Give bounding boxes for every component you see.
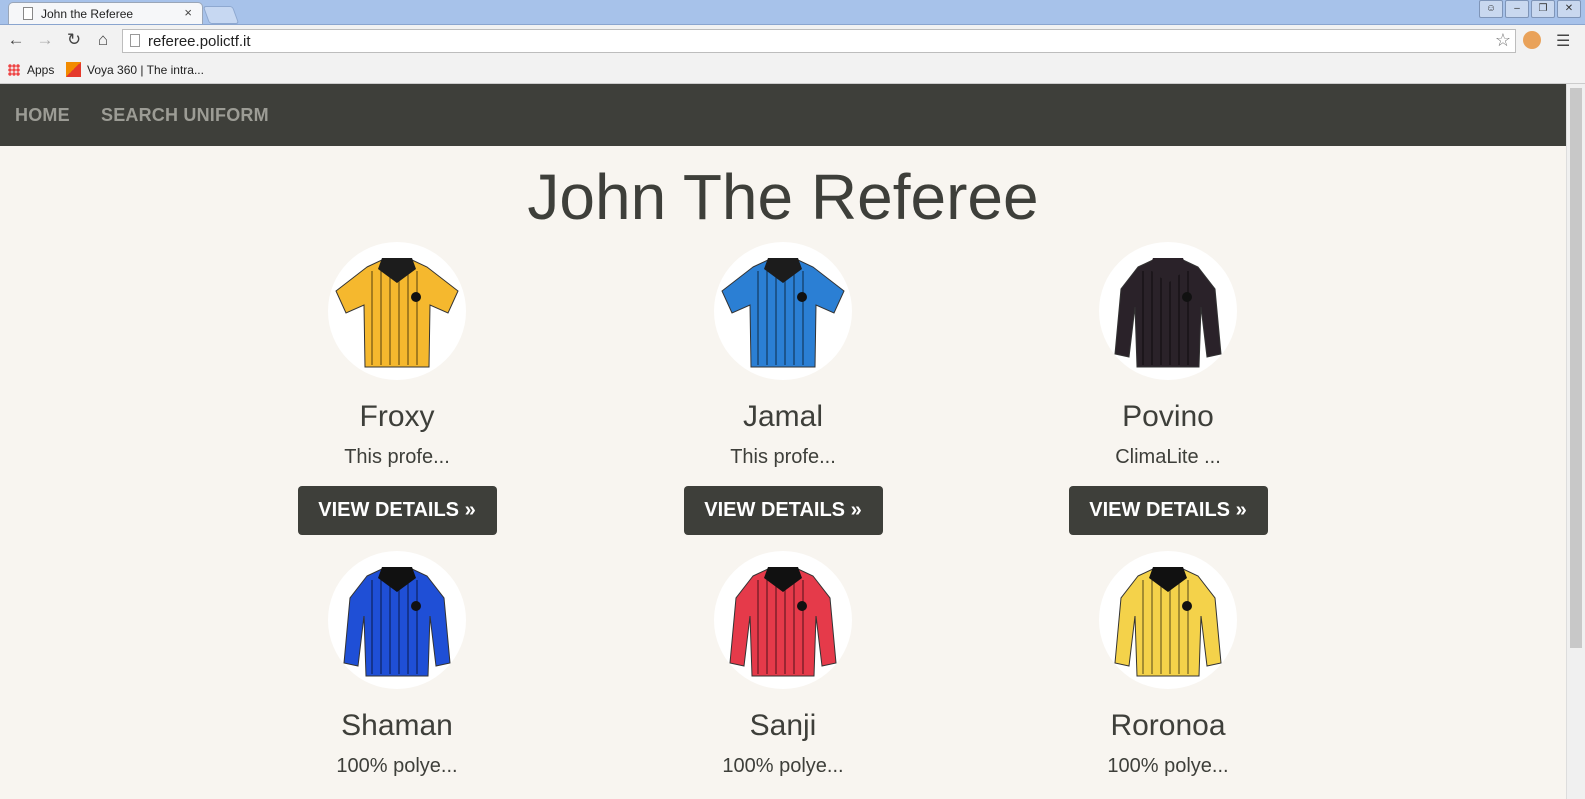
uniform-image: [1099, 551, 1237, 689]
voya-logo-icon: [66, 62, 81, 77]
extension-icon[interactable]: [1523, 31, 1541, 49]
window-controls: ☺ – ❐ ✕: [1479, 0, 1581, 18]
uniform-description: This profe...: [344, 446, 450, 468]
uniform-image: [1099, 242, 1237, 380]
browser-tabstrip: John the Referee × ☺ – ❐ ✕: [0, 0, 1585, 25]
uniform-card: Roronoa 100% polye...: [1018, 551, 1318, 778]
apps-grid-icon: [8, 64, 20, 76]
bookmark-apps[interactable]: Apps: [27, 63, 54, 77]
back-icon[interactable]: ←: [4, 30, 28, 50]
bookmark-star-icon[interactable]: ☆: [1495, 30, 1511, 51]
uniform-description: This profe...: [730, 446, 836, 468]
view-details-button[interactable]: VIEW DETAILS »: [1068, 486, 1268, 535]
page-icon: [23, 7, 33, 20]
uniform-card: Froxy This profe... VIEW DETAILS »: [247, 242, 547, 535]
scrollbar-thumb[interactable]: [1570, 88, 1582, 648]
home-icon[interactable]: ⌂: [91, 30, 115, 50]
uniform-name: Sanji: [749, 709, 817, 742]
uniform-card: Sanji 100% polye...: [633, 551, 933, 778]
uniform-image: [328, 242, 466, 380]
page-scrollbar[interactable]: [1566, 84, 1585, 799]
uniform-card: Povino ClimaLite ... VIEW DETAILS »: [1018, 242, 1318, 535]
close-tab-icon[interactable]: ×: [184, 5, 192, 20]
uniform-description: ClimaLite ...: [1115, 446, 1221, 468]
address-bar[interactable]: referee.polictf.it ☆: [122, 29, 1516, 53]
uniform-description: 100% polye...: [1107, 755, 1229, 777]
browser-tab[interactable]: John the Referee ×: [8, 2, 203, 24]
uniform-card: Jamal This profe... VIEW DETAILS »: [633, 242, 933, 535]
url-text: referee.polictf.it: [148, 33, 251, 50]
menu-icon[interactable]: ☰: [1556, 31, 1570, 51]
site-navbar: HOME SEARCH UNIFORM: [0, 84, 1566, 146]
uniform-image: [328, 551, 466, 689]
reload-icon[interactable]: ↻: [62, 30, 86, 50]
uniform-description: 100% polye...: [722, 755, 844, 777]
uniform-name: Shaman: [341, 709, 453, 742]
page-icon: [130, 34, 140, 47]
uniform-name: Froxy: [359, 400, 435, 433]
view-details-button[interactable]: VIEW DETAILS »: [297, 486, 497, 535]
uniform-description: 100% polye...: [336, 755, 458, 777]
close-window-button[interactable]: ✕: [1557, 0, 1581, 18]
uniform-name: Roronoa: [1110, 709, 1226, 742]
browser-toolbar: ← → ↻ ⌂ referee.polictf.it ☆ ☰: [0, 25, 1585, 58]
restore-button[interactable]: ❐: [1531, 0, 1555, 18]
forward-icon[interactable]: →: [33, 30, 57, 50]
minimize-button[interactable]: –: [1505, 0, 1529, 18]
uniform-image: [714, 242, 852, 380]
bookmark-voya[interactable]: Voya 360 | The intra...: [87, 63, 204, 77]
new-tab-button[interactable]: [202, 6, 240, 24]
uniform-name: Jamal: [742, 400, 824, 433]
page-title: John The Referee: [527, 161, 1039, 233]
uniform-image: [714, 551, 852, 689]
view-details-button[interactable]: VIEW DETAILS »: [683, 486, 883, 535]
uniform-card: Shaman 100% polye...: [247, 551, 547, 778]
bookmarks-bar: Apps Voya 360 | The intra...: [0, 58, 1585, 84]
nav-search-uniform-link[interactable]: SEARCH UNIFORM: [101, 105, 269, 126]
uniform-name: Povino: [1122, 400, 1214, 433]
tab-title: John the Referee: [41, 7, 134, 21]
nav-home-link[interactable]: HOME: [15, 105, 70, 126]
user-icon[interactable]: ☺: [1479, 0, 1503, 18]
